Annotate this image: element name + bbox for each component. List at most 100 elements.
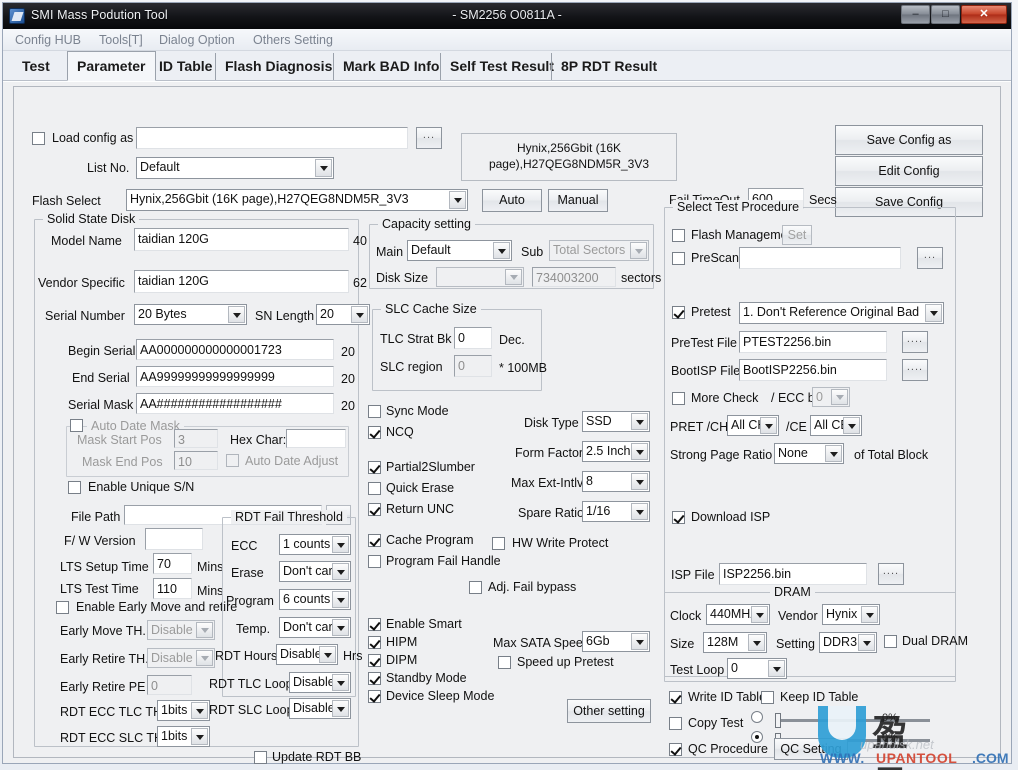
program-fail-handle-checkbox[interactable] (368, 555, 381, 568)
begin-serial-input[interactable]: AA000000000000001723 (136, 339, 334, 360)
dual-dram-checkbox[interactable] (884, 635, 897, 648)
other-setting-button[interactable]: Other setting (567, 699, 651, 723)
tab-8p-rdt-result[interactable]: 8P RDT Result (551, 53, 666, 80)
chevron-down-icon[interactable] (760, 417, 777, 434)
write-id-table-checkbox[interactable] (669, 691, 682, 704)
early-move-th-select[interactable]: Disable (147, 620, 215, 640)
enable-early-move-checkbox[interactable] (56, 601, 69, 614)
rdt-temp-select[interactable]: Don't care (279, 617, 351, 638)
chevron-down-icon[interactable] (332, 700, 349, 717)
auto-button[interactable]: Auto (482, 189, 542, 212)
dram-size-select[interactable]: 128M (703, 632, 767, 653)
chevron-down-icon[interactable] (768, 660, 785, 677)
chevron-down-icon[interactable] (861, 606, 878, 623)
mask-start-pos-input[interactable]: 3 (174, 429, 218, 448)
chevron-down-icon[interactable] (825, 445, 842, 462)
disk-size-input[interactable]: 734003200 (532, 267, 616, 287)
chevron-down-icon[interactable] (748, 634, 765, 651)
ncq-checkbox[interactable] (368, 426, 381, 439)
rdt-ecc-select[interactable]: 1 counts (279, 534, 351, 555)
tab-parameter[interactable]: Parameter (67, 51, 156, 81)
chevron-down-icon[interactable] (315, 159, 332, 177)
menu-item-config-hub[interactable]: Config HUB (15, 33, 81, 47)
capacity-sub-select[interactable]: Total Sectors (549, 240, 649, 261)
chevron-down-icon[interactable] (631, 633, 648, 650)
device-sleep-mode-checkbox[interactable] (368, 690, 381, 703)
max-ext-intlv-select[interactable]: 8 (582, 471, 650, 492)
lts-setup-time-input[interactable]: 70 (153, 553, 192, 574)
speed-up-pretest-checkbox[interactable] (498, 656, 511, 669)
cache-program-checkbox[interactable] (368, 534, 381, 547)
max-sata-speed-select[interactable]: 6Gb (582, 631, 650, 652)
tab-self-test-result[interactable]: Self Test Result (440, 53, 563, 80)
download-isp-checkbox[interactable] (672, 511, 685, 524)
copy-test-slider-top[interactable] (775, 719, 930, 722)
tlc-strat-bk-input[interactable]: 0 (454, 327, 492, 349)
slc-region-input[interactable]: 0 (454, 355, 492, 377)
form-factor-select[interactable]: 2.5 Inch (582, 441, 650, 462)
more-check-checkbox[interactable] (672, 392, 685, 405)
tab-test[interactable]: Test (13, 53, 59, 80)
chevron-down-icon[interactable] (631, 503, 648, 520)
chevron-down-icon[interactable] (858, 634, 875, 651)
chevron-down-icon[interactable] (831, 389, 848, 405)
save-config-as-button[interactable]: Save Config as (835, 125, 983, 155)
close-button[interactable]: ✕ (961, 5, 1007, 24)
chevron-down-icon[interactable] (228, 306, 245, 323)
minimize-button[interactable]: – (901, 5, 930, 24)
disk-size-select[interactable] (436, 267, 524, 287)
qc-procedure-checkbox[interactable] (669, 743, 682, 756)
chevron-down-icon[interactable] (196, 650, 213, 666)
hipm-checkbox[interactable] (368, 636, 381, 649)
early-retire-th-select[interactable]: Disable (147, 648, 215, 668)
standby-mode-checkbox[interactable] (368, 672, 381, 685)
mask-end-pos-input[interactable]: 10 (174, 451, 218, 470)
maximize-button[interactable]: □ (931, 5, 960, 24)
rdt-slc-loops-select[interactable]: Disable (289, 698, 351, 719)
hex-char-input[interactable] (286, 429, 346, 448)
pretest-file-input[interactable]: PTEST2256.bin (739, 331, 887, 353)
rdt-ecc-slc-th-select[interactable]: 1bits (157, 726, 210, 747)
bootisp-file-input[interactable]: BootISP2256.bin (739, 359, 887, 381)
dram-setting-select[interactable]: DDR3 (819, 632, 877, 653)
pretest-checkbox[interactable] (672, 306, 685, 319)
vendor-specific-input[interactable]: taidian 120G (134, 270, 349, 293)
load-config-as-checkbox[interactable] (32, 132, 45, 145)
serial-mask-input[interactable]: AA################## (136, 393, 334, 414)
chevron-down-icon[interactable] (196, 622, 213, 638)
chevron-down-icon[interactable] (631, 443, 648, 460)
spare-ratio-select[interactable]: 1/16 (582, 501, 650, 522)
isp-file-input[interactable]: ISP2256.bin (719, 563, 867, 585)
capacity-main-select[interactable]: Default (407, 240, 512, 261)
auto-date-mask-checkbox[interactable] (70, 419, 83, 432)
partial2slumber-checkbox[interactable] (368, 461, 381, 474)
prescan-input[interactable] (739, 247, 901, 269)
enable-unique-sn-checkbox[interactable] (68, 481, 81, 494)
slider-knob[interactable] (775, 713, 781, 728)
isp-file-browse-button[interactable]: .... (878, 563, 904, 585)
model-name-input[interactable]: taidian 120G (134, 228, 349, 251)
sync-mode-checkbox[interactable] (368, 405, 381, 418)
tab-mark-bad-info[interactable]: Mark BAD Info (333, 53, 448, 80)
copy-test-radio-top[interactable] (751, 711, 763, 723)
chevron-down-icon[interactable] (449, 191, 466, 209)
chevron-down-icon[interactable] (332, 619, 349, 636)
list-no-select[interactable]: Default (136, 157, 334, 179)
manual-button[interactable]: Manual (548, 189, 608, 212)
update-rdt-bb-checkbox[interactable] (254, 751, 267, 764)
strong-page-ratio-select[interactable]: None (774, 443, 844, 464)
chevron-down-icon[interactable] (631, 473, 648, 490)
chevron-down-icon[interactable] (332, 674, 349, 691)
return-unc-checkbox[interactable] (368, 503, 381, 516)
ecc-bits-select[interactable]: 0 (812, 387, 850, 407)
quick-erase-checkbox[interactable] (368, 482, 381, 495)
early-retire-pe-input[interactable]: 0 (147, 675, 192, 695)
end-serial-input[interactable]: AA99999999999999999 (136, 366, 334, 387)
adj-fail-bypass-checkbox[interactable] (469, 581, 482, 594)
copy-test-checkbox[interactable] (669, 717, 682, 730)
bootisp-file-browse-button[interactable]: .... (902, 359, 928, 381)
menu-item-others-setting[interactable]: Others Setting (253, 33, 333, 47)
chevron-down-icon[interactable] (319, 646, 336, 663)
load-config-browse-button[interactable]: ... (416, 127, 442, 149)
dipm-checkbox[interactable] (368, 654, 381, 667)
